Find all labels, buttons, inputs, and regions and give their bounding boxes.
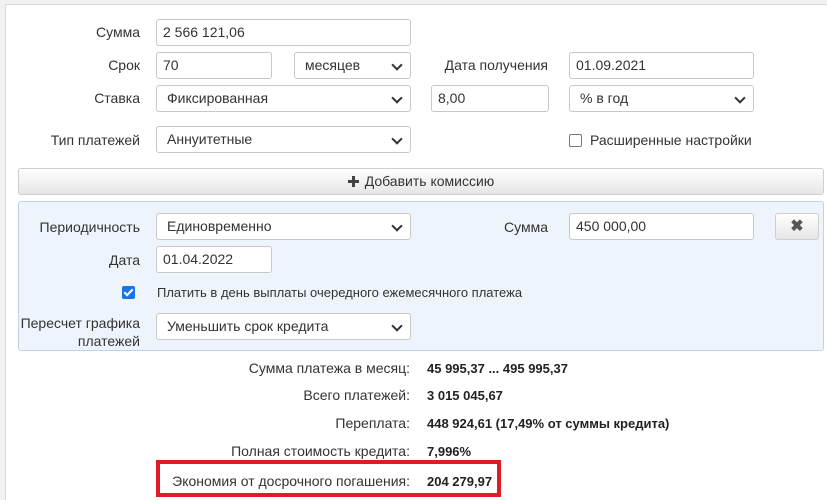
chevron-down-icon — [391, 220, 403, 232]
date-received-input[interactable]: 01.09.2021 — [569, 52, 754, 79]
plus-icon — [347, 176, 359, 187]
advanced-settings-label[interactable]: Расширенные настройки — [590, 131, 752, 149]
commission-sum-input[interactable]: 450 000,00 — [569, 213, 754, 240]
result-label: Всего платежей: — [303, 387, 410, 403]
remove-commission-button[interactable]: ✖ — [775, 213, 819, 240]
recalc-label-line1: Пересчет графика — [20, 315, 140, 331]
periodicity-label: Периодичность — [39, 219, 140, 235]
savings-highlight-box — [156, 460, 501, 497]
chevron-down-icon — [391, 320, 403, 332]
rate-unit-select[interactable]: % в год — [569, 85, 754, 112]
chevron-down-icon — [391, 59, 403, 71]
rate-input[interactable]: 8,00 — [431, 85, 549, 112]
rate-type-select[interactable]: Фиксированная — [156, 85, 411, 112]
rate-type-value: Фиксированная — [167, 90, 269, 106]
result-value: 3 015 045,67 — [427, 388, 503, 403]
result-label: Переплата: — [335, 415, 410, 431]
periodicity-value: Единовременно — [167, 218, 272, 234]
chevron-down-icon — [734, 92, 746, 104]
result-value: 448 924,61 (17,49% от суммы кредита) — [427, 416, 670, 431]
rate-label: Ставка — [94, 90, 140, 106]
sum-input[interactable]: 2 566 121,06 — [156, 19, 411, 46]
add-commission-button[interactable]: Добавить комиссию — [18, 168, 824, 195]
result-label: Сумма платежа в месяц: — [248, 360, 410, 376]
result-label: Полная стоимость кредита: — [231, 443, 410, 459]
pay-on-payment-day-checkbox[interactable] — [122, 286, 135, 299]
payment-type-value: Аннуитетные — [167, 131, 253, 147]
chevron-down-icon — [391, 133, 403, 145]
result-value: 7,996% — [427, 444, 472, 459]
recalc-label-line2: платежей — [77, 333, 140, 349]
commission-date-label: Дата — [108, 252, 140, 268]
result-value: 45 995,37 ... 495 995,37 — [427, 361, 568, 376]
payment-type-select[interactable]: Аннуитетные — [156, 126, 411, 153]
payment-type-label: Тип платежей — [50, 132, 140, 148]
commission-date-input[interactable]: 01.04.2022 — [156, 246, 272, 273]
chevron-down-icon — [391, 92, 403, 104]
recalc-value: Уменьшить срок кредита — [167, 318, 329, 334]
date-received-label: Дата получения — [444, 57, 548, 73]
term-unit-select[interactable]: месяцев — [294, 52, 411, 79]
sum-label: Сумма — [96, 24, 140, 40]
add-commission-label: Добавить комиссию — [364, 173, 495, 189]
close-icon: ✖ — [790, 218, 804, 235]
term-label: Срок — [108, 57, 140, 73]
term-unit-value: месяцев — [305, 57, 361, 73]
term-input[interactable]: 70 — [156, 52, 272, 79]
pay-on-payment-day-label[interactable]: Платить в день выплаты очередного ежемес… — [157, 284, 522, 302]
commission-sum-label: Сумма — [504, 219, 548, 235]
recalc-select[interactable]: Уменьшить срок кредита — [156, 313, 411, 340]
rate-unit-value: % в год — [580, 90, 629, 106]
calculator-panel: Сумма 2 566 121,06 Срок 70 месяцев Дата … — [5, 4, 827, 500]
periodicity-select[interactable]: Единовременно — [156, 213, 411, 240]
advanced-settings-checkbox[interactable] — [569, 134, 582, 147]
